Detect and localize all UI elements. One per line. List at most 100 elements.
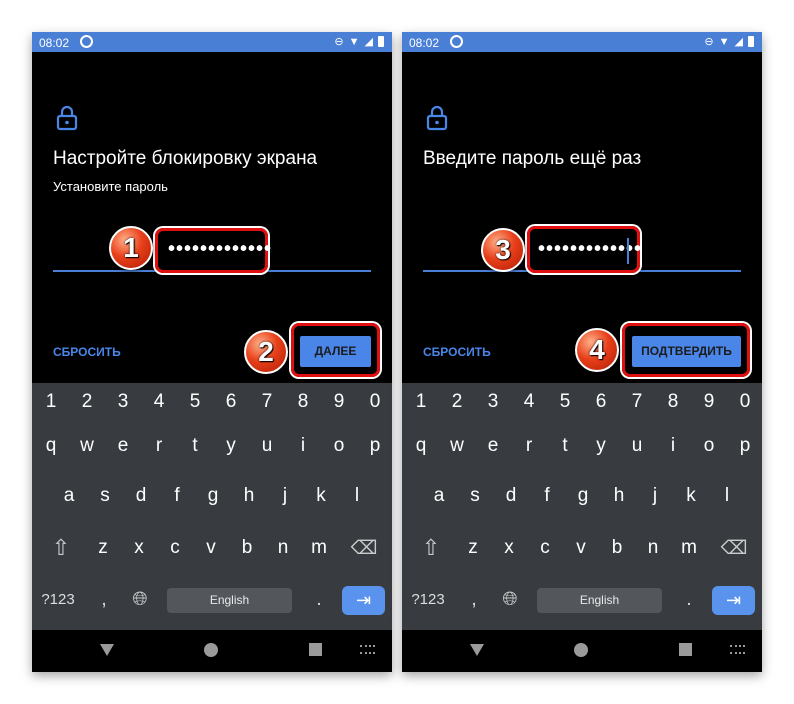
reset-button[interactable]: СБРОСИТЬ <box>53 345 121 359</box>
key-l[interactable]: l <box>709 485 745 507</box>
key-9[interactable]: 9 <box>321 391 357 413</box>
keyboard-switch-icon[interactable] <box>730 645 745 654</box>
key-n[interactable]: n <box>635 537 671 559</box>
back-icon[interactable] <box>100 644 114 656</box>
key-s[interactable]: s <box>457 485 493 507</box>
key-t[interactable]: t <box>547 435 583 457</box>
key-g[interactable]: g <box>195 485 231 507</box>
comma-key[interactable]: , <box>86 589 122 611</box>
key-5[interactable]: 5 <box>177 391 213 413</box>
key-0[interactable]: 0 <box>357 391 392 413</box>
globe-icon[interactable]: 🌐︎ <box>492 589 528 611</box>
key-e[interactable]: e <box>105 435 141 457</box>
key-6[interactable]: 6 <box>583 391 619 413</box>
back-icon[interactable] <box>470 644 484 656</box>
shift-icon[interactable]: ⇧ <box>413 535 449 561</box>
key-8[interactable]: 8 <box>655 391 691 413</box>
key-5[interactable]: 5 <box>547 391 583 413</box>
symbols-key[interactable]: ?123 <box>404 591 452 608</box>
key-o[interactable]: o <box>691 435 727 457</box>
key-2[interactable]: 2 <box>439 391 475 413</box>
key-4[interactable]: 4 <box>511 391 547 413</box>
key-g[interactable]: g <box>565 485 601 507</box>
key-c[interactable]: c <box>527 537 563 559</box>
keyboard-switch-icon[interactable] <box>360 645 375 654</box>
period-key[interactable]: . <box>671 589 707 611</box>
key-m[interactable]: m <box>301 537 337 559</box>
recents-icon[interactable] <box>309 643 322 656</box>
backspace-icon[interactable]: ⌫ <box>346 537 382 560</box>
key-z[interactable]: z <box>85 537 121 559</box>
key-3[interactable]: 3 <box>105 391 141 413</box>
key-p[interactable]: p <box>357 435 392 457</box>
key-h[interactable]: h <box>231 485 267 507</box>
key-i[interactable]: i <box>655 435 691 457</box>
key-j[interactable]: j <box>637 485 673 507</box>
reset-button[interactable]: СБРОСИТЬ <box>423 345 491 359</box>
key-1[interactable]: 1 <box>403 391 439 413</box>
space-bar[interactable]: English <box>537 588 662 613</box>
symbols-key[interactable]: ?123 <box>34 591 82 608</box>
key-y[interactable]: y <box>583 435 619 457</box>
key-k[interactable]: k <box>673 485 709 507</box>
key-q[interactable]: q <box>403 435 439 457</box>
backspace-icon[interactable]: ⌫ <box>716 537 752 560</box>
key-p[interactable]: p <box>727 435 762 457</box>
key-7[interactable]: 7 <box>619 391 655 413</box>
key-w[interactable]: w <box>69 435 105 457</box>
key-v[interactable]: v <box>563 537 599 559</box>
recents-icon[interactable] <box>679 643 692 656</box>
home-icon[interactable] <box>204 643 218 657</box>
key-u[interactable]: u <box>249 435 285 457</box>
key-s[interactable]: s <box>87 485 123 507</box>
key-0[interactable]: 0 <box>727 391 762 413</box>
key-1[interactable]: 1 <box>33 391 69 413</box>
key-n[interactable]: n <box>265 537 301 559</box>
key-q[interactable]: q <box>33 435 69 457</box>
key-4[interactable]: 4 <box>141 391 177 413</box>
key-j[interactable]: j <box>267 485 303 507</box>
key-t[interactable]: t <box>177 435 213 457</box>
key-v[interactable]: v <box>193 537 229 559</box>
key-m[interactable]: m <box>671 537 707 559</box>
next-button[interactable]: ДАЛЕЕ <box>300 336 371 367</box>
key-7[interactable]: 7 <box>249 391 285 413</box>
period-key[interactable]: . <box>301 589 337 611</box>
key-i[interactable]: i <box>285 435 321 457</box>
globe-icon[interactable]: 🌐︎ <box>122 589 158 611</box>
key-h[interactable]: h <box>601 485 637 507</box>
password-input[interactable]: ••••••••••••• <box>168 238 272 261</box>
key-l[interactable]: l <box>339 485 375 507</box>
key-9[interactable]: 9 <box>691 391 727 413</box>
key-x[interactable]: x <box>491 537 527 559</box>
key-c[interactable]: c <box>157 537 193 559</box>
next-field-key[interactable]: ⇥ <box>342 586 385 615</box>
key-d[interactable]: d <box>123 485 159 507</box>
key-b[interactable]: b <box>229 537 265 559</box>
key-d[interactable]: d <box>493 485 529 507</box>
key-a[interactable]: a <box>421 485 457 507</box>
key-e[interactable]: e <box>475 435 511 457</box>
key-u[interactable]: u <box>619 435 655 457</box>
key-8[interactable]: 8 <box>285 391 321 413</box>
key-z[interactable]: z <box>455 537 491 559</box>
key-r[interactable]: r <box>141 435 177 457</box>
key-f[interactable]: f <box>159 485 195 507</box>
next-field-key[interactable]: ⇥ <box>712 586 755 615</box>
key-6[interactable]: 6 <box>213 391 249 413</box>
key-y[interactable]: y <box>213 435 249 457</box>
comma-key[interactable]: , <box>456 589 492 611</box>
key-r[interactable]: r <box>511 435 547 457</box>
key-a[interactable]: a <box>51 485 87 507</box>
key-w[interactable]: w <box>439 435 475 457</box>
key-b[interactable]: b <box>599 537 635 559</box>
next-button[interactable]: ПОДТВЕРДИТЬ <box>632 336 741 367</box>
shift-icon[interactable]: ⇧ <box>43 535 79 561</box>
key-o[interactable]: o <box>321 435 357 457</box>
key-k[interactable]: k <box>303 485 339 507</box>
key-x[interactable]: x <box>121 537 157 559</box>
space-bar[interactable]: English <box>167 588 292 613</box>
home-icon[interactable] <box>574 643 588 657</box>
key-2[interactable]: 2 <box>69 391 105 413</box>
key-f[interactable]: f <box>529 485 565 507</box>
